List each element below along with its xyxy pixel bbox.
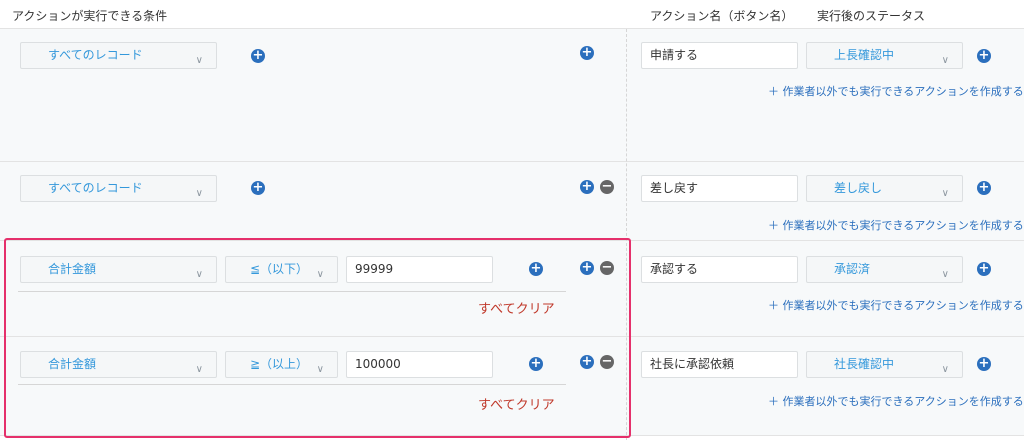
action-name-input[interactable]: 承認する bbox=[641, 256, 798, 283]
add-action-icon[interactable]: + bbox=[977, 357, 991, 371]
add-action-icon[interactable]: + bbox=[977, 262, 991, 276]
chevron-down-icon: ∨ bbox=[941, 188, 949, 199]
status-select[interactable]: 上長確認中 ∨ bbox=[806, 42, 963, 69]
status-select[interactable]: 差し戻し ∨ bbox=[806, 175, 963, 202]
action-name-input[interactable]: 社長に承認依頼 bbox=[641, 351, 798, 378]
status-value: 社長確認中 bbox=[834, 357, 895, 371]
add-other-user-action-link[interactable]: ＋ 作業者以外でも実行できるアクションを作成する bbox=[768, 297, 1024, 313]
add-other-user-action-link[interactable]: ＋ 作業者以外でも実行できるアクションを作成する bbox=[768, 217, 1024, 233]
add-condition-icon[interactable]: + bbox=[251, 49, 265, 63]
action-row-1: すべてのレコード ∨ + + 申請する 上長確認中 ∨ + ＋ 作業者以外でも実行で… bbox=[0, 29, 1024, 162]
process-management-page: アクションが実行できる条件 アクション名（ボタン名） 実行後のステータス すべて… bbox=[0, 0, 1024, 440]
add-condition-group-icon[interactable]: + bbox=[580, 46, 594, 60]
status-select[interactable]: 社長確認中 ∨ bbox=[806, 351, 963, 378]
header-conditions: アクションが実行できる条件 bbox=[12, 9, 168, 23]
action-row-2: すべてのレコード ∨ + + − 差し戻す 差し戻し ∨ + ＋ 作業者以外でも実行… bbox=[0, 162, 1024, 241]
condition-value: すべてのレコード bbox=[48, 181, 143, 195]
chevron-down-icon: ∨ bbox=[941, 364, 949, 375]
action-name-input[interactable]: 差し戻す bbox=[641, 175, 798, 202]
condition-select[interactable]: すべてのレコード ∨ bbox=[20, 175, 217, 202]
add-action-icon[interactable]: + bbox=[977, 49, 991, 63]
chevron-down-icon: ∨ bbox=[941, 55, 949, 66]
chevron-down-icon: ∨ bbox=[941, 269, 949, 280]
chevron-down-icon: ∨ bbox=[195, 188, 203, 199]
add-other-user-action-link[interactable]: ＋ 作業者以外でも実行できるアクションを作成する bbox=[768, 393, 1024, 409]
condition-select[interactable]: すべてのレコード ∨ bbox=[20, 42, 217, 69]
add-other-user-action-link[interactable]: ＋ 作業者以外でも実行できるアクションを作成する bbox=[768, 83, 1024, 99]
add-action-icon[interactable]: + bbox=[977, 181, 991, 195]
add-condition-icon[interactable]: + bbox=[251, 181, 265, 195]
add-condition-group-icon[interactable]: + bbox=[580, 180, 594, 194]
status-value: 差し戻し bbox=[834, 181, 883, 195]
column-header: アクションが実行できる条件 アクション名（ボタン名） 実行後のステータス bbox=[0, 0, 1024, 29]
highlight-box bbox=[4, 238, 631, 438]
action-name-input[interactable]: 申請する bbox=[641, 42, 798, 69]
status-value: 上長確認中 bbox=[834, 48, 895, 62]
status-select[interactable]: 承認済 ∨ bbox=[806, 256, 963, 283]
header-post-status: 実行後のステータス bbox=[817, 9, 926, 23]
header-action-name: アクション名（ボタン名） bbox=[650, 9, 794, 23]
chevron-down-icon: ∨ bbox=[195, 55, 203, 66]
condition-value: すべてのレコード bbox=[48, 48, 143, 62]
status-value: 承認済 bbox=[834, 262, 871, 276]
remove-condition-group-icon[interactable]: − bbox=[600, 180, 614, 194]
